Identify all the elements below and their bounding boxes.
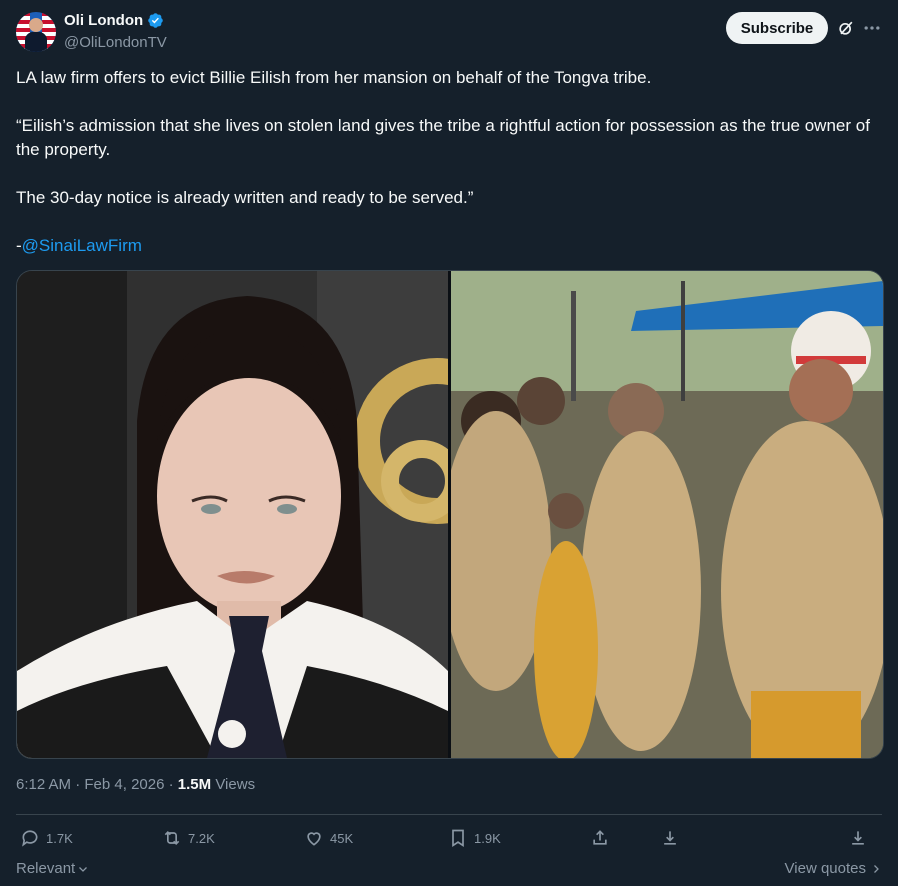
heart-icon (307, 832, 321, 846)
view-quotes-link[interactable]: View quotes (785, 860, 882, 877)
tweet-text: LA law firm offers to evict Billie Eilis… (16, 66, 884, 258)
download-icon (664, 831, 676, 845)
action-bar: 1.7K 7.2K 45K 1.9K (16, 824, 882, 852)
reply-count: 1.7K (46, 830, 73, 846)
divider (16, 814, 882, 815)
tweet-date[interactable]: Feb 4, 2026 (84, 776, 164, 793)
chevron-right-icon (874, 864, 879, 873)
repost-button[interactable]: 7.2K (162, 824, 215, 852)
tweet-paragraph: “Eilish’s admission that she lives on st… (16, 116, 870, 159)
verified-badge-icon (148, 13, 163, 28)
view-quotes-label: View quotes (784, 860, 866, 877)
share-icon (593, 830, 607, 845)
repost-icon (164, 830, 180, 846)
photo-right-illustration (451, 271, 883, 758)
bookmark-button[interactable]: 1.9K (448, 824, 501, 852)
tweet-signature: -@SinaiLawFirm (16, 234, 884, 258)
like-button[interactable]: 45K (304, 824, 353, 852)
sort-dropdown[interactable]: Relevant (16, 860, 89, 877)
reply-icon (22, 830, 38, 847)
download-button[interactable] (660, 824, 680, 852)
mention-link[interactable]: @SinaiLawFirm (22, 236, 142, 255)
like-count: 45K (330, 830, 354, 846)
subscribe-button[interactable]: Subscribe (726, 12, 828, 44)
share-button[interactable] (590, 824, 610, 852)
author-handle[interactable]: @OliLondonTV (64, 34, 167, 51)
views-count: 1.5M (177, 776, 212, 793)
tweet-meta: 6:12 AM · Feb 4, 2026 · 1.5M Views (16, 776, 255, 793)
repost-count: 7.2K (188, 830, 215, 846)
views-label: Views (211, 776, 256, 793)
chevron-down-icon (79, 866, 88, 872)
meta-separator: · (71, 776, 85, 793)
sort-label: Relevant (16, 860, 76, 877)
tweet-time[interactable]: 6:12 AM (16, 776, 71, 793)
photo-left-illustration (17, 271, 448, 758)
media-grid[interactable] (16, 270, 884, 759)
avatar[interactable] (16, 12, 56, 52)
tweet-paragraph: LA law firm offers to evict Billie Eilis… (16, 68, 652, 87)
meta-separator: · (164, 776, 178, 793)
reply-button[interactable]: 1.7K (20, 824, 73, 852)
tweet-paragraph: The 30-day notice is already written and… (16, 188, 474, 207)
avatar-body (25, 32, 47, 52)
download-button-secondary[interactable] (848, 824, 868, 852)
photo-left[interactable] (17, 271, 448, 758)
author-name[interactable]: Oli London (64, 12, 143, 29)
grok-icon[interactable] (836, 18, 856, 38)
more-icon[interactable] (862, 18, 882, 38)
avatar-head (29, 18, 43, 32)
photo-right[interactable] (451, 271, 883, 758)
download-icon (852, 831, 864, 845)
bookmark-icon (452, 829, 464, 848)
bookmark-count: 1.9K (474, 830, 501, 846)
author-name-row[interactable]: Oli London (64, 12, 164, 29)
